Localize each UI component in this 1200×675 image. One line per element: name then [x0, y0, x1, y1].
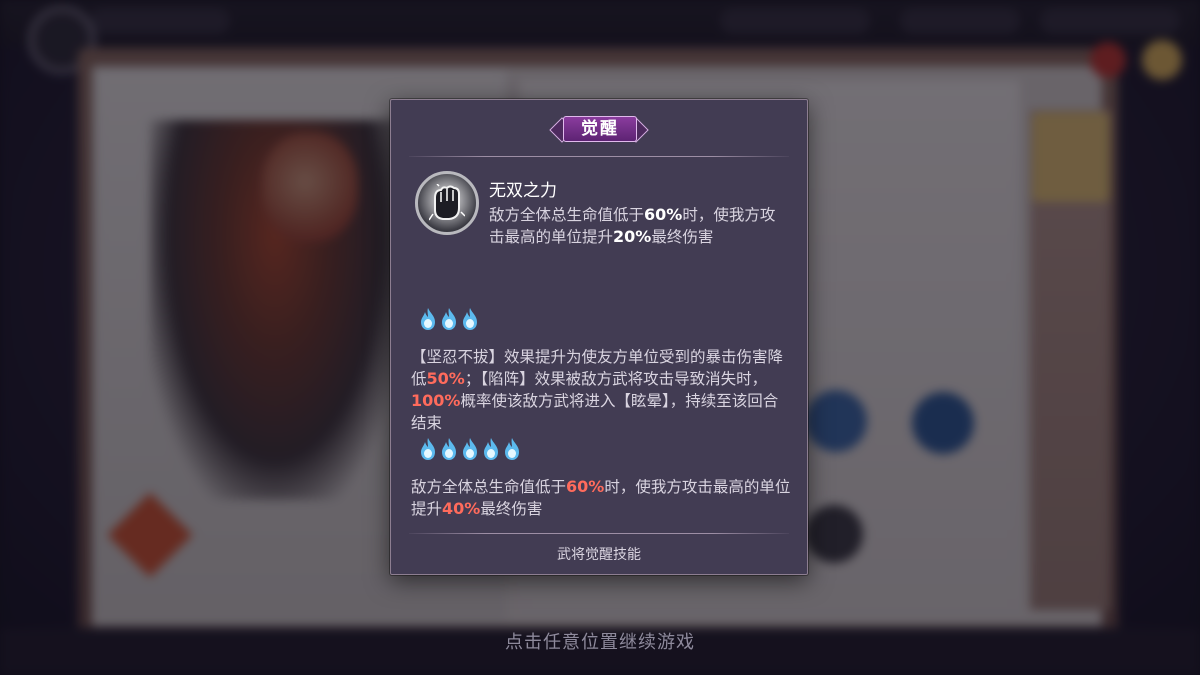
desc-value: 60%: [644, 205, 683, 224]
tap-to-continue-hint: 点击任意位置继续游戏: [505, 632, 695, 653]
effect-value: 60%: [566, 477, 605, 496]
effect-value: 40%: [442, 499, 481, 518]
popup-title: 觉醒: [563, 116, 637, 142]
effect-text: ；【陷阵】效果被敌方武将攻击导致消失时，: [464, 370, 768, 388]
flame-icon: [419, 437, 437, 461]
popup-title-badge: 觉醒: [549, 114, 649, 144]
desc-text: 敌方全体总生命值低于: [489, 206, 645, 224]
skill-name: 无双之力: [489, 181, 557, 201]
flame-icon: [440, 307, 458, 331]
tier-3-flames: [419, 307, 479, 331]
effect-text: 敌方全体总生命值低于: [411, 478, 567, 496]
desc-value: 20%: [613, 227, 652, 246]
popup-footer-label: 武将觉醒技能: [557, 547, 641, 563]
flame-icon: [461, 307, 479, 331]
flame-icon: [419, 307, 437, 331]
desc-text: 最终伤害: [651, 228, 714, 246]
flame-icon: [503, 437, 521, 461]
fist-icon: [415, 171, 479, 235]
skill-description: 敌方全体总生命值低于60%时，使我方攻击最高的单位提升20%最终伤害: [489, 204, 789, 248]
flame-icon: [482, 437, 500, 461]
effect-value: 50%: [426, 369, 465, 388]
effect-text: 概率使该敌方武将进入【眩晕】，持续至该回合结束: [411, 392, 779, 432]
tier-5-effect: 敌方全体总生命值低于60%时，使我方攻击最高的单位提升40%最终伤害: [411, 476, 791, 520]
title-divider: [409, 156, 789, 157]
flame-icon: [440, 437, 458, 461]
tier-5-flames: [419, 437, 521, 461]
effect-value: 100%: [411, 391, 461, 410]
tier-3-effect: 【坚忍不拔】效果提升为使友方单位受到的暴击伤害降低50%；【陷阵】效果被敌方武将…: [411, 346, 791, 434]
effect-text: 最终伤害: [480, 500, 543, 518]
footer-divider: [409, 533, 789, 534]
awakening-popup[interactable]: 觉醒 无双之力 敌方全体总生命值低于60%时，使我方攻击最高的单位提升20%最终…: [390, 99, 808, 575]
flame-icon: [461, 437, 479, 461]
